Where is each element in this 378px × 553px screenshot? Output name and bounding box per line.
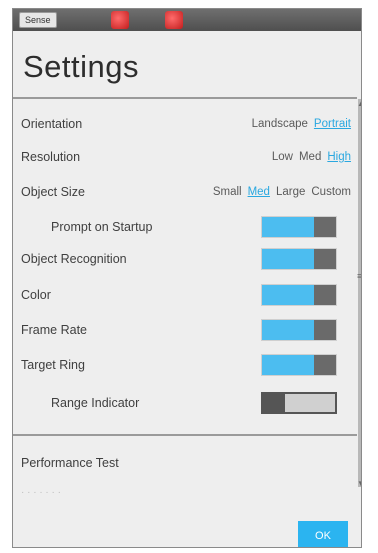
orientation-row: Orientation Landscape Portrait	[21, 113, 351, 135]
faded-list-item: · · · · · · ·	[21, 487, 61, 498]
resolution-option-high[interactable]: High	[327, 151, 351, 163]
toggle-track	[283, 394, 335, 412]
toggle-knob	[314, 285, 336, 305]
resolution-option-med[interactable]: Med	[299, 151, 321, 163]
page-title: Settings	[23, 49, 140, 84]
performance-test-label: Performance Test	[21, 456, 119, 470]
divider	[13, 434, 357, 436]
orientation-label: Orientation	[21, 117, 83, 131]
toggle-knob	[314, 217, 336, 237]
scrollbar[interactable]	[358, 99, 361, 487]
object-size-option-large[interactable]: Large	[276, 186, 305, 198]
object-size-option-med[interactable]: Med	[248, 186, 270, 198]
target-ring-row: Target Ring	[21, 354, 351, 376]
object-size-label: Object Size	[21, 185, 85, 199]
color-toggle[interactable]	[261, 284, 337, 306]
title-bar: Sense	[13, 9, 361, 31]
settings-dialog: Sense Settings Orientation Landscape Por…	[12, 8, 362, 548]
frame-rate-row: Frame Rate	[21, 319, 351, 341]
resolution-option-low[interactable]: Low	[272, 151, 293, 163]
color-row: Color	[21, 284, 351, 306]
divider	[13, 97, 357, 99]
scroll-up-arrow-icon[interactable]: ▲	[357, 99, 361, 108]
toggle-knob	[314, 320, 336, 340]
app-icon	[111, 11, 129, 29]
toggle-knob	[314, 355, 336, 375]
resolution-row: Resolution Low Med High	[21, 146, 351, 168]
object-size-option-custom[interactable]: Custom	[311, 186, 351, 198]
toggle-knob	[314, 249, 336, 269]
frame-rate-toggle[interactable]	[261, 319, 337, 341]
target-ring-toggle[interactable]	[261, 354, 337, 376]
orientation-option-landscape[interactable]: Landscape	[252, 118, 308, 130]
orientation-option-portrait[interactable]: Portrait	[314, 118, 351, 130]
object-size-row: Object Size Small Med Large Custom	[21, 181, 351, 203]
object-recognition-row: Object Recognition	[21, 248, 351, 270]
scroll-grip-icon[interactable]: ≡	[357, 271, 361, 281]
range-indicator-toggle[interactable]	[261, 392, 337, 414]
range-indicator-row: Range Indicator	[21, 392, 351, 414]
prompt-on-startup-toggle[interactable]	[261, 216, 337, 238]
performance-test-row[interactable]: Performance Test	[21, 452, 351, 474]
prompt-on-startup-row: Prompt on Startup	[21, 216, 351, 238]
object-size-option-small[interactable]: Small	[213, 186, 242, 198]
app-icon	[165, 11, 183, 29]
resolution-label: Resolution	[21, 150, 81, 164]
toggle-knob	[263, 394, 285, 412]
scroll-down-arrow-icon[interactable]: ▼	[357, 479, 361, 488]
app-title-tag: Sense	[19, 12, 57, 28]
ok-button[interactable]: OK	[298, 521, 348, 547]
object-recognition-toggle[interactable]	[261, 248, 337, 270]
